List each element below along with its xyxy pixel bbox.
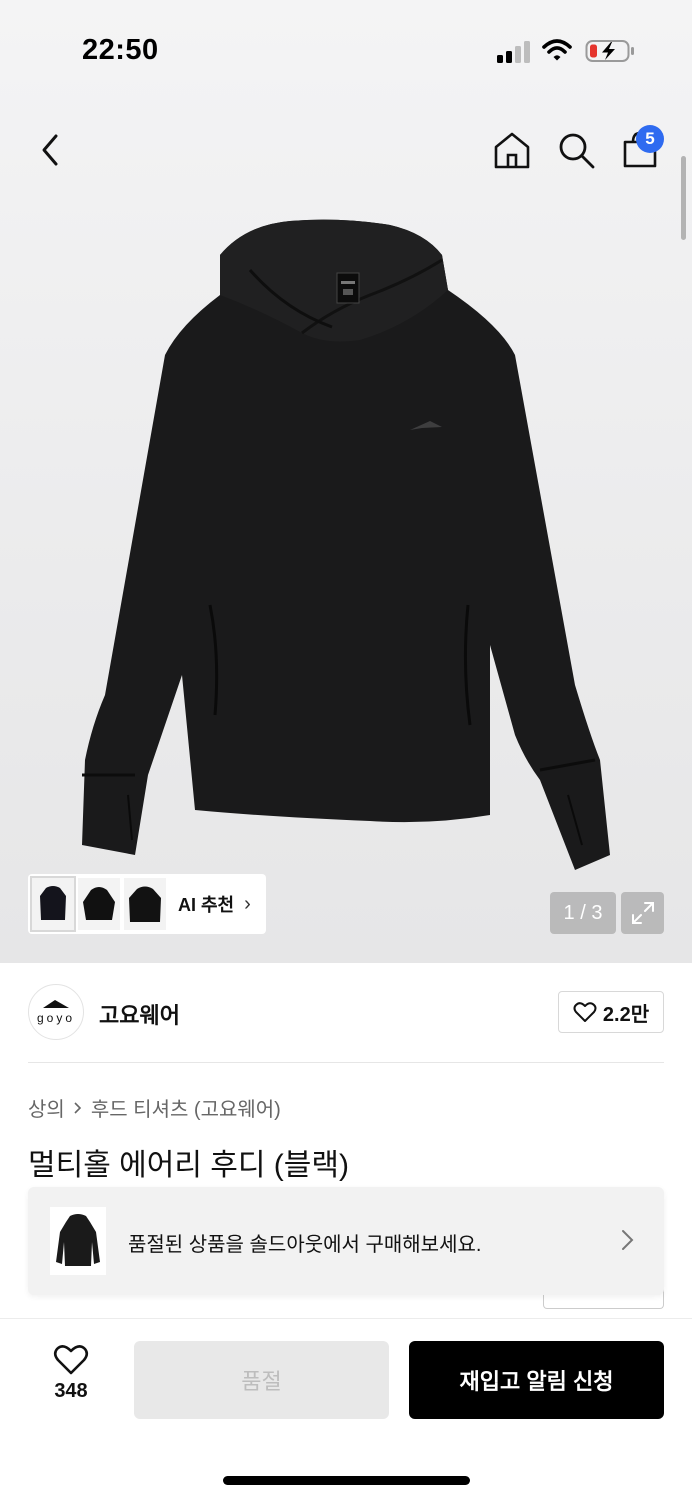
hoodie-thumb-icon [83,887,115,920]
brand-like-count: 2.2만 [602,1003,650,1026]
home-indicator[interactable] [223,1476,470,1485]
hoodie-thumb-icon [40,886,66,920]
heart-icon [573,1002,597,1022]
soldout-thumb [50,1207,106,1275]
chevron-right-icon [74,1101,81,1114]
scrollbar[interactable] [681,156,686,240]
brand-logo[interactable]: goyo [28,984,84,1040]
home-icon[interactable] [492,130,532,170]
product-image[interactable] [70,215,630,875]
expand-icon [631,902,654,924]
recommend-thumb[interactable] [124,878,166,930]
brand-like-button[interactable]: 2.2만 [558,991,664,1033]
divider [28,1062,664,1063]
cart-count-badge: 5 [636,125,664,153]
brand-mountain-icon [43,1000,69,1008]
restock-alert-button[interactable]: 재입고 알림 신청 [409,1341,664,1419]
soldout-banner[interactable]: 품절된 상품을 솔드아웃에서 구매해보세요. [28,1187,664,1295]
wifi-icon [542,39,572,61]
search-icon[interactable] [556,130,596,170]
ai-recommend-label: AI 추천 [178,895,235,915]
battery-low-icon [585,40,634,62]
image-pager: 1 / 3 [550,892,616,934]
breadcrumb-subcategory[interactable]: 후드 티셔츠 (고요웨어) [91,1093,281,1122]
soldout-banner-text: 품절된 상품을 솔드아웃에서 구매해보세요. [128,1234,482,1256]
breadcrumb: 상의 후드 티셔츠 (고요웨어) [28,1093,281,1122]
chevron-right-icon [622,1230,634,1250]
wishlist-count: 348 [54,1380,88,1402]
breadcrumb-category[interactable]: 상의 [28,1093,65,1122]
heart-icon [53,1345,89,1375]
product-title: 멀티홀 에어리 후디 (블랙) [28,1149,349,1182]
status-time: 22:50 [82,34,159,66]
soldout-button[interactable]: 품절 [134,1341,389,1419]
brand-logo-text: goyo [36,1011,76,1025]
hoodie-thumb-icon [56,1214,100,1266]
wishlist-button[interactable]: 348 [40,1344,102,1414]
brand-name[interactable]: 고요웨어 [99,998,180,1030]
cellular-signal-icon [497,41,530,63]
product-gallery[interactable]: 22:50 5 AI 추천 › 1 / 3 [0,0,692,963]
chevron-right-icon: › [244,892,251,915]
recommend-thumb[interactable] [30,876,76,932]
hoodie-thumb-icon [129,886,161,922]
ai-recommend-strip[interactable]: AI 추천 › [28,874,266,934]
back-arrow-icon[interactable] [36,132,66,168]
expand-button[interactable] [621,892,664,934]
recommend-thumb[interactable] [78,878,120,930]
